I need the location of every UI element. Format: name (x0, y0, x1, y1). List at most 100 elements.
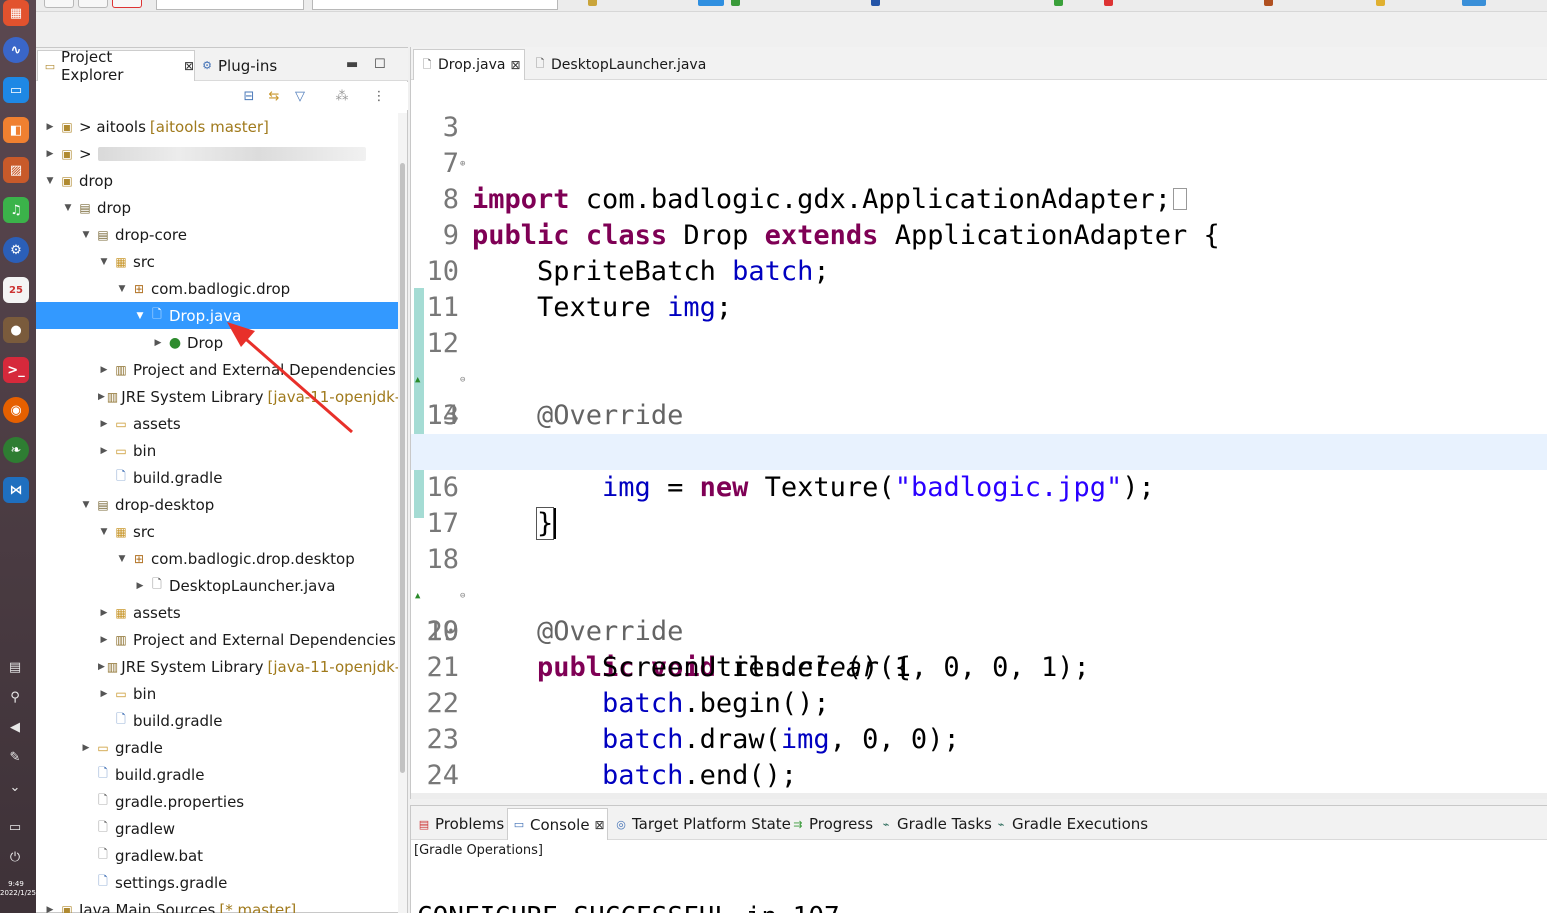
toolbar-icon[interactable] (871, 0, 880, 6)
collapse-icon[interactable]: ▼ (80, 500, 92, 510)
collapse-icon[interactable]: ▼ (80, 230, 92, 240)
code-line[interactable]: 25 (411, 758, 1547, 799)
launch-configuration-select[interactable] (312, 0, 558, 10)
tree-item-drop-core[interactable]: ▼ ▤ drop-core (36, 221, 398, 248)
collapse-icon[interactable]: ▼ (98, 257, 110, 267)
tree-item-bin[interactable]: ▶ ▭ bin (36, 437, 398, 464)
keyboard-icon[interactable]: ▤ (6, 658, 24, 676)
tree-item-src[interactable]: ▼ ▦ src (36, 248, 398, 275)
tree-item-assets[interactable]: ▶ ▦ assets (36, 599, 398, 626)
toolbar-icon[interactable] (1462, 0, 1486, 6)
tree-item-aitools[interactable]: ▶ ▣ > aitools [aitools master] (36, 113, 398, 140)
tree-item-java-main-sources[interactable]: ▶ ▣ Java Main Sources [* master] (36, 896, 398, 913)
launch-mode-select[interactable] (156, 0, 304, 10)
tab-gradle-tasks[interactable]: ⌁ Gradle Tasks (879, 808, 992, 840)
code-line[interactable]: 3 ⊕ import com.badlogic.gdx.ApplicationA… (411, 80, 1547, 215)
expand-icon[interactable]: ▶ (44, 905, 56, 913)
tab-drop-java[interactable]: 🗋 Drop.java ⊠ (413, 49, 525, 80)
tree-item-drop-class[interactable]: ▶ ● Drop (36, 329, 398, 356)
code-line[interactable]: 12 ⊖ @Override (411, 290, 1547, 431)
files-icon[interactable]: ▭ (3, 77, 29, 103)
tree-item-src[interactable]: ▼ ▦ src (36, 518, 398, 545)
code-line[interactable]: 18 ⊖ @Override (411, 506, 1547, 647)
tree-item-hidden-project[interactable]: ▶ ▣ > (36, 140, 398, 167)
pen-icon[interactable]: ✎ (6, 748, 24, 766)
tree-item-build-gradle[interactable]: 🗋 build.gradle (36, 707, 398, 734)
scrollbar-thumb[interactable] (400, 163, 405, 773)
close-icon[interactable]: ⊠ (184, 59, 194, 73)
code-line[interactable]: 17 (411, 470, 1547, 539)
settings-gear-icon[interactable]: ⚙ (3, 237, 29, 263)
code-line[interactable]: 20 ScreenUtils.clear(1, 0, 0, 1); (411, 578, 1547, 683)
code-line[interactable]: 22 batch.draw(img, 0, 0); (411, 650, 1547, 755)
firefox-icon[interactable]: ◉ (3, 397, 29, 423)
expand-icon[interactable]: ▶ (98, 365, 110, 375)
toolbar-button[interactable] (44, 0, 74, 8)
code-line[interactable]: ▲ 13 public void create () { (411, 326, 1547, 468)
terminal-icon[interactable]: >_ (3, 357, 29, 383)
toolbar-icon[interactable] (1264, 0, 1273, 6)
tab-gradle-executions[interactable]: ⌁ Gradle Executions (994, 808, 1148, 840)
tab-project-explorer[interactable]: ▭ Project Explorer ⊠ (37, 48, 195, 84)
volume-icon[interactable]: ◀ (6, 718, 24, 736)
tab-target-platform-state[interactable]: ◎ Target Platform State (614, 808, 791, 840)
editor-horizontal-scrollbar[interactable] (411, 793, 1547, 799)
minimize-icon[interactable]: ▬ (346, 57, 358, 72)
tree-item-assets[interactable]: ▶ ▭ assets (36, 410, 398, 437)
tree-item-build-gradle[interactable]: 🗋 build.gradle (36, 464, 398, 491)
gimp-icon[interactable]: ● (3, 317, 29, 343)
tree-item-dependencies[interactable]: ▶ ▥ Project and External Dependencies (36, 356, 398, 383)
expand-icon[interactable]: ▶ (98, 446, 110, 456)
code-line[interactable]: 14 batch = new SpriteBatch(); (411, 362, 1547, 467)
toolbar-icon[interactable] (1054, 0, 1063, 6)
software-center-icon[interactable]: ◧ (3, 117, 29, 143)
collapse-icon[interactable]: ▼ (98, 527, 110, 537)
spring-tools-icon[interactable]: ❧ (3, 437, 29, 463)
tab-progress[interactable]: ⇉ Progress (791, 808, 873, 840)
tree-item-root-build-gradle[interactable]: 🗋 build.gradle (36, 761, 398, 788)
expand-icon[interactable]: ▶ (98, 662, 105, 672)
tree-item-bin[interactable]: ▶ ▭ bin (36, 680, 398, 707)
tree-item-drop[interactable]: ▼ ▣ drop (36, 167, 398, 194)
filter-icon[interactable]: ▽ (292, 88, 308, 104)
tree-item-settings-gradle[interactable]: 🗋 settings.gradle (36, 869, 398, 896)
tree-item-drop-desktop[interactable]: ▼ ▤ drop-desktop (36, 491, 398, 518)
project-explorer-scrollbar[interactable] (398, 113, 407, 913)
expand-icon[interactable]: ▶ (134, 581, 146, 591)
keyboard-layout-icon[interactable]: ▭ (6, 818, 24, 836)
power-icon[interactable]: ⏻ (6, 848, 24, 866)
tree-item-package[interactable]: ▼ ⊞ com.badlogic.drop.desktop (36, 545, 398, 572)
toolbar-icon[interactable] (731, 0, 740, 6)
code-line[interactable]: 7 (411, 110, 1547, 179)
expand-icon[interactable]: ▶ (98, 392, 105, 402)
collapse-all-icon[interactable]: ⊟ (241, 88, 257, 104)
close-icon[interactable]: ⊠ (510, 58, 520, 72)
usb-icon[interactable]: ⚲ (6, 688, 24, 706)
expand-icon[interactable]: ▶ (98, 608, 110, 618)
code-line[interactable]: ▲ 19 public void render () { (411, 542, 1547, 683)
current-code-line[interactable]: 16 } (411, 434, 1547, 540)
image-viewer-icon[interactable]: ▨ (3, 157, 29, 183)
tab-problems[interactable]: ▤ Problems (413, 808, 508, 840)
toolbar-icon[interactable] (1376, 0, 1385, 6)
toolbar-icon[interactable] (698, 0, 724, 6)
code-line[interactable]: 9 SpriteBatch batch; (411, 182, 1547, 287)
tree-item-jre-library[interactable]: ▶ ▥ JRE System Library [java-11-openjdk-… (36, 383, 398, 410)
collapse-icon[interactable]: ▼ (116, 554, 128, 564)
expand-icon[interactable]: ▶ (98, 635, 110, 645)
expand-icon[interactable]: ▶ (80, 743, 92, 753)
code-line[interactable]: 11 (411, 254, 1547, 323)
tree-item-gradlew[interactable]: 🗋 gradlew (36, 815, 398, 842)
toolbar-button[interactable] (78, 0, 108, 8)
apps-grid-icon[interactable]: ▦ (3, 0, 29, 26)
link-with-editor-icon[interactable]: ⇆ (266, 88, 282, 104)
tree-item-drop-java[interactable]: ▼ 🗋 Drop.java (36, 302, 398, 329)
tree-item-jre-library[interactable]: ▶ ▥ JRE System Library [java-11-openjdk-… (36, 653, 398, 680)
tree-item-dependencies[interactable]: ▶ ▥ Project and External Dependencies (36, 626, 398, 653)
tab-desktoplauncher-java[interactable]: 🗋 DesktopLauncher.java (529, 49, 707, 80)
code-line[interactable]: 8 public class Drop extends ApplicationA… (411, 146, 1547, 251)
view-menu-icon[interactable]: ⋮ (371, 88, 387, 104)
focus-icon[interactable]: ⁂ (334, 88, 350, 104)
collapse-icon[interactable]: ▼ (44, 176, 56, 186)
expand-icon[interactable]: ▶ (152, 338, 164, 348)
